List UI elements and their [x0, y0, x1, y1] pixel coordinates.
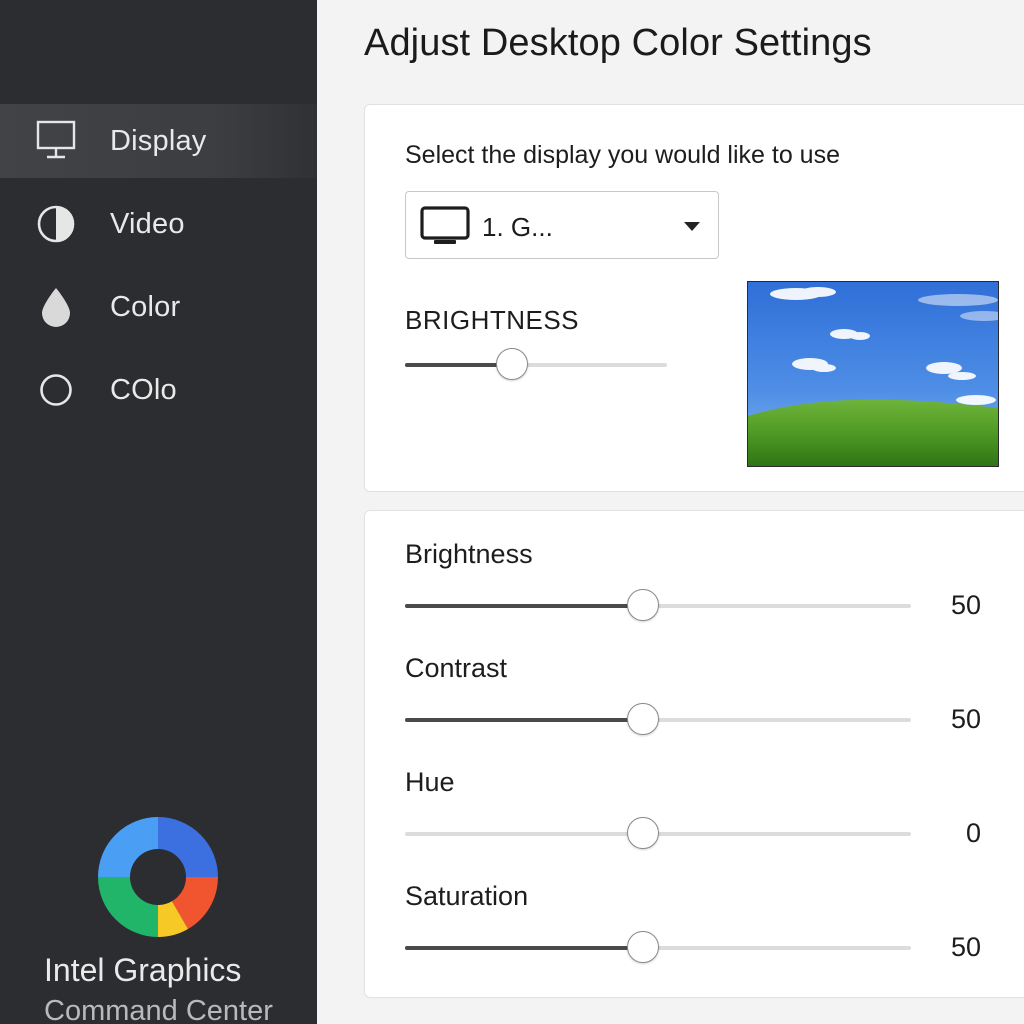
- slider-fill: [405, 718, 643, 722]
- sidebar-item-display[interactable]: Display: [0, 104, 317, 178]
- half-circle-icon: [34, 202, 78, 246]
- slider-fill: [405, 604, 643, 608]
- brightness-heading: BRIGHTNESS: [405, 305, 580, 335]
- hue-label: Hue: [405, 767, 455, 797]
- saturation-slider[interactable]: [405, 931, 911, 963]
- slider-thumb[interactable]: [496, 348, 529, 380]
- desktop-wallpaper-preview: [747, 281, 999, 467]
- monitor-icon: [420, 206, 470, 251]
- display-dropdown-value: 1. G...: [482, 212, 553, 242]
- contrast-slider[interactable]: [405, 703, 911, 735]
- slider-thumb[interactable]: [626, 703, 659, 735]
- contrast-label: Contrast: [405, 653, 508, 683]
- brightness-value: 50: [950, 590, 981, 620]
- slider-thumb[interactable]: [626, 931, 659, 963]
- slider-thumb[interactable]: [626, 817, 659, 849]
- sidebar-item-label: Color: [110, 290, 181, 323]
- sidebar: Display Video Color COlo Intel Graphics …: [0, 0, 317, 1024]
- contrast-value: 50: [950, 704, 981, 734]
- droplet-icon: [34, 285, 78, 329]
- chevron-down-icon: [684, 222, 700, 231]
- sidebar-item-label: Display: [110, 124, 207, 157]
- monitor-icon: [34, 119, 78, 163]
- saturation-value: 50: [950, 932, 981, 962]
- brand-subtitle: Command Center: [44, 995, 273, 1024]
- display-dropdown[interactable]: 1. G...: [405, 191, 719, 259]
- saturation-label: Saturation: [405, 881, 529, 911]
- display-card: Select the display you would like to use…: [364, 104, 1024, 492]
- slider-thumb[interactable]: [626, 589, 659, 621]
- brightness-slider-top[interactable]: [405, 348, 667, 380]
- circle-outline-icon: [34, 368, 78, 412]
- brightness-slider[interactable]: [405, 589, 911, 621]
- ring-logo-icon: [96, 815, 220, 939]
- sidebar-item-video[interactable]: Video: [0, 187, 317, 261]
- display-select-label: Select the display you would like to use: [405, 141, 840, 169]
- sidebar-item-colo[interactable]: COlo: [0, 353, 317, 427]
- sidebar-item-label: COlo: [110, 373, 177, 406]
- brightness-label: Brightness: [405, 539, 533, 569]
- brand-name: Intel Graphics: [44, 952, 242, 988]
- sidebar-item-label: Video: [110, 207, 185, 240]
- hue-value: 0: [965, 818, 981, 848]
- sidebar-nav: Display Video Color COlo: [0, 104, 317, 436]
- color-adjustments-card: Brightness 50 Contrast 50 Hue 0 Saturati…: [364, 510, 1024, 998]
- page-title: Adjust Desktop Color Settings: [364, 22, 872, 64]
- hue-slider[interactable]: [405, 817, 911, 849]
- slider-fill: [405, 946, 643, 950]
- sidebar-item-color[interactable]: Color: [0, 270, 317, 344]
